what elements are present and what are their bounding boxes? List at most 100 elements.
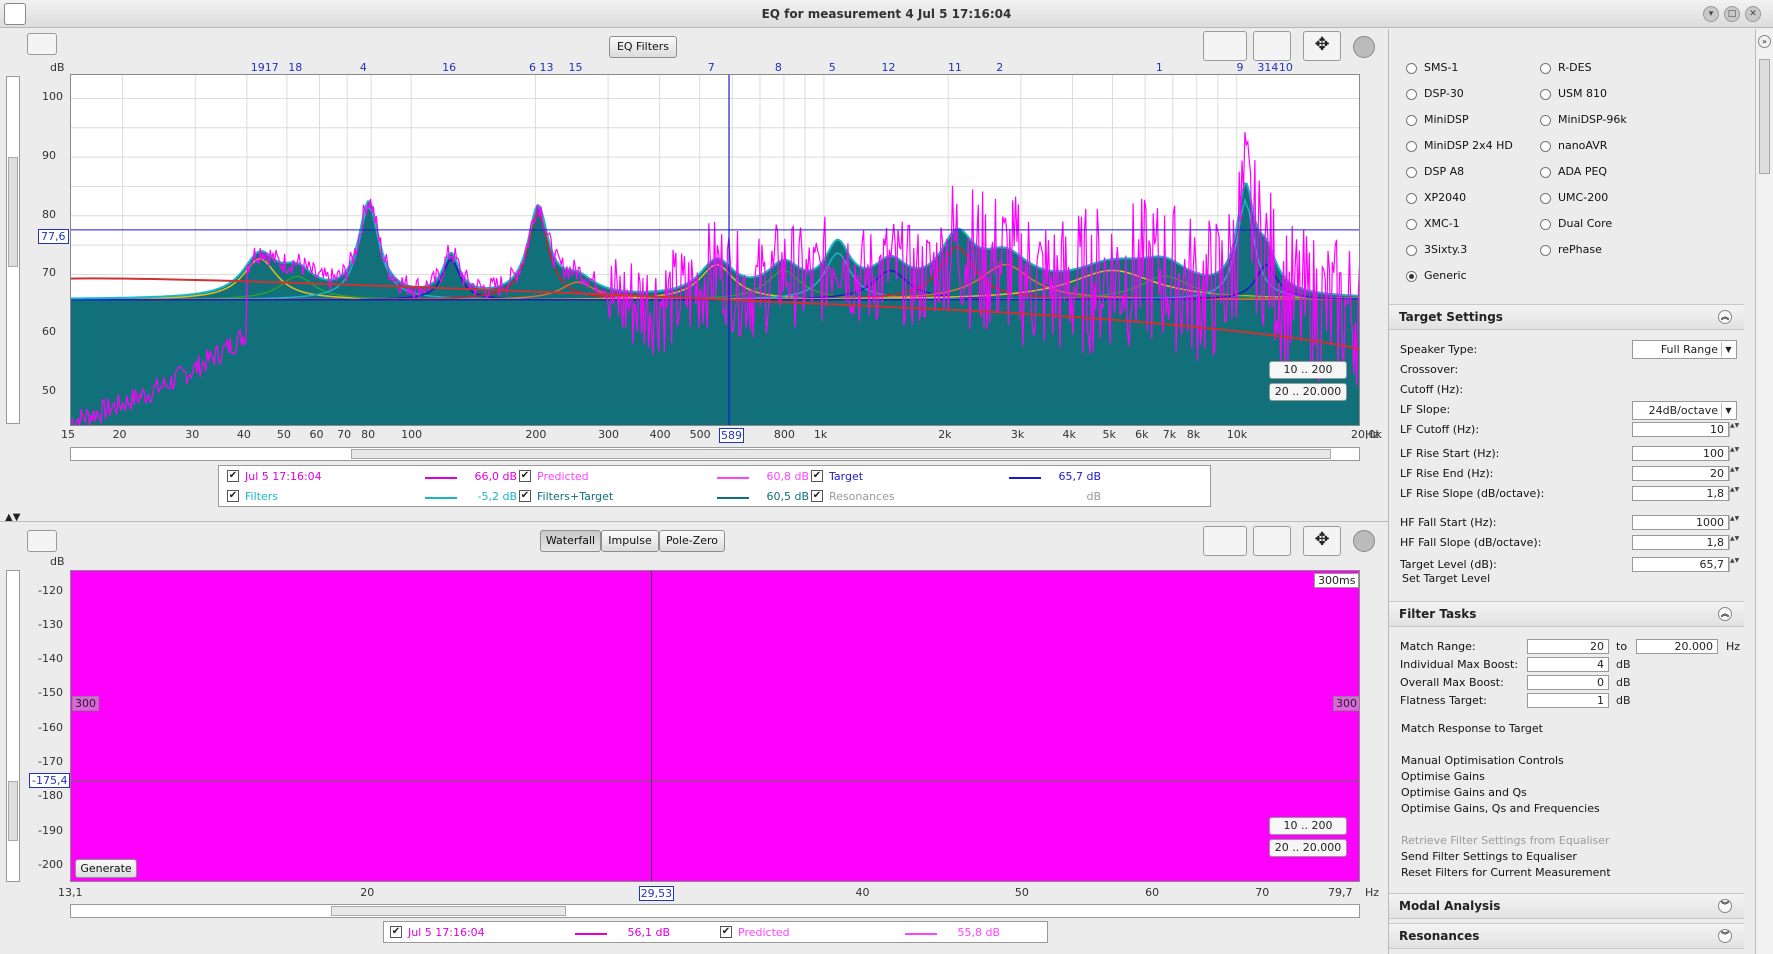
legend-checkbox[interactable]: ✔ — [519, 470, 531, 482]
y-scrollbar-2[interactable] — [6, 570, 20, 882]
legend-checkbox[interactable]: ✔ — [519, 490, 531, 502]
minimize-icon[interactable]: ▾ — [1703, 6, 1719, 22]
range-10-200-button-2[interactable]: 10 .. 200 — [1269, 817, 1347, 835]
opt-gains-qs-freq-link[interactable]: Optimise Gains, Qs and Frequencies — [1401, 802, 1600, 815]
layout-icon-2[interactable] — [1253, 526, 1291, 556]
filter-marker[interactable]: 9 — [1236, 61, 1243, 74]
x-scrollbar[interactable] — [70, 447, 1360, 461]
legend-checkbox[interactable]: ✔ — [720, 926, 732, 938]
eq-filters-button[interactable]: EQ Filters — [609, 36, 677, 58]
generate-button[interactable]: Generate — [75, 859, 137, 878]
tab-impulse[interactable]: Impulse — [601, 530, 659, 552]
legend-checkbox[interactable]: ✔ — [811, 470, 823, 482]
radio-3sixty-3[interactable] — [1406, 245, 1417, 256]
radio-dsp-30[interactable] — [1406, 89, 1417, 100]
camera-icon-2[interactable] — [27, 530, 57, 552]
spinner-icon[interactable]: ▲▼ — [1729, 446, 1739, 461]
match-response-link[interactable]: Match Response to Target — [1401, 722, 1543, 735]
opt-gains-qs-link[interactable]: Optimise Gains and Qs — [1401, 786, 1527, 799]
spinner-icon[interactable]: ▲▼ — [1729, 422, 1739, 437]
y-scrollbar[interactable] — [6, 76, 20, 424]
graph-view-icon[interactable] — [1203, 31, 1247, 61]
tab-waterfall[interactable]: Waterfall — [540, 530, 601, 552]
filter-marker[interactable]: 1 — [1156, 61, 1163, 74]
filter-marker[interactable]: 7 — [708, 61, 715, 74]
expand-icon[interactable]: ︾ — [1718, 899, 1732, 913]
set-target-level-link[interactable]: Set Target Level — [1402, 572, 1490, 585]
spinner-icon[interactable]: ▲▼ — [1729, 557, 1739, 572]
radio-minidsp-96k[interactable] — [1540, 115, 1551, 126]
radio-dual-core[interactable] — [1540, 219, 1551, 230]
legend-checkbox[interactable]: ✔ — [227, 490, 239, 502]
x-scrollbar-2[interactable] — [70, 904, 1360, 918]
match-from-field[interactable]: 20 — [1527, 639, 1609, 654]
speaker-type-select[interactable]: Full Range ▼ — [1632, 340, 1737, 359]
spinner-icon[interactable]: ▲▼ — [1729, 535, 1739, 550]
waterfall-plot[interactable]: 300ms 300 300 Generate 10 .. 200 20 .. 2… — [70, 570, 1360, 882]
filter-marker[interactable]: 15 — [569, 61, 583, 74]
maximize-icon[interactable]: □ — [1724, 6, 1740, 22]
hf-fall-start-field[interactable]: 1000 — [1632, 515, 1729, 530]
scroll-thumb[interactable] — [1759, 59, 1770, 174]
gear-icon-2[interactable] — [1353, 530, 1375, 552]
lf-slope-select[interactable]: 24dB/octave ▼ — [1632, 401, 1737, 420]
spinner-icon[interactable]: ▲▼ — [1729, 486, 1739, 501]
filter-marker[interactable]: 314 — [1257, 61, 1278, 74]
filter-marker[interactable]: 5 — [829, 61, 836, 74]
radio-usm-810[interactable] — [1540, 89, 1551, 100]
filter-marker[interactable]: 16 — [442, 61, 456, 74]
radio-ada-peq[interactable] — [1540, 167, 1551, 178]
radio-generic[interactable] — [1406, 271, 1417, 282]
lf-rise-end-field[interactable]: 20 — [1632, 466, 1729, 481]
filter-tasks-header[interactable]: Filter Tasks ︽ — [1389, 601, 1744, 627]
filter-marker[interactable]: 12 — [882, 61, 896, 74]
resonances-header[interactable]: Resonances ︾ — [1389, 923, 1744, 949]
radio-xp2040[interactable] — [1406, 193, 1417, 204]
tab-pole-zero[interactable]: Pole-Zero — [659, 530, 725, 552]
manual-opt-link[interactable]: Manual Optimisation Controls — [1401, 754, 1564, 767]
legend-checkbox[interactable]: ✔ — [811, 490, 823, 502]
fit-arrows-icon-2[interactable]: ✥ — [1303, 526, 1341, 556]
range-20-20000-button[interactable]: 20 .. 20.000 — [1269, 383, 1347, 401]
reset-link[interactable]: Reset Filters for Current Measurement — [1401, 866, 1611, 879]
graph-view-icon-2[interactable] — [1203, 526, 1247, 556]
range-10-200-button[interactable]: 10 .. 200 — [1269, 361, 1347, 379]
close-icon[interactable]: ✕ — [1745, 6, 1761, 22]
radio-sms-1[interactable] — [1406, 63, 1417, 74]
fit-arrows-icon[interactable]: ✥ — [1303, 31, 1341, 61]
layout-icon[interactable] — [1253, 31, 1291, 61]
filter-marker[interactable]: 1917 — [251, 61, 279, 74]
side-panel-scrollbar[interactable]: » — [1755, 29, 1773, 954]
flatness-target-field[interactable]: 1 — [1527, 693, 1609, 708]
filter-marker[interactable]: 10 — [1279, 61, 1293, 74]
frequency-response-plot[interactable]: 10 .. 200 20 .. 20.000 — [70, 74, 1360, 426]
panel-toggle-icon[interactable]: » — [1758, 35, 1771, 48]
lf-rise-slope-field[interactable]: 1,8 — [1632, 486, 1729, 501]
filter-marker[interactable]: 18 — [288, 61, 302, 74]
radio-minidsp-2x4-hd[interactable] — [1406, 141, 1417, 152]
match-to-field[interactable]: 20.000 — [1636, 639, 1718, 654]
radio-rephase[interactable] — [1540, 245, 1551, 256]
filter-marker[interactable]: 8 — [775, 61, 782, 74]
overall-max-boost-field[interactable]: 0 — [1527, 675, 1609, 690]
individual-max-boost-field[interactable]: 4 — [1527, 657, 1609, 672]
lf-rise-start-field[interactable]: 100 — [1632, 446, 1729, 461]
radio-r-des[interactable] — [1540, 63, 1551, 74]
spinner-icon[interactable]: ▲▼ — [1729, 466, 1739, 481]
legend-checkbox[interactable]: ✔ — [227, 470, 239, 482]
filter-marker[interactable]: 11 — [948, 61, 962, 74]
filter-marker[interactable]: 2 — [996, 61, 1003, 74]
filter-marker[interactable]: 6 13 — [529, 61, 554, 74]
gear-icon[interactable] — [1353, 36, 1375, 58]
send-link[interactable]: Send Filter Settings to Equaliser — [1401, 850, 1577, 863]
opt-gains-link[interactable]: Optimise Gains — [1401, 770, 1485, 783]
filter-marker[interactable]: 4 — [360, 61, 367, 74]
collapse-icon[interactable]: ︽ — [1718, 310, 1732, 324]
radio-xmc-1[interactable] — [1406, 219, 1417, 230]
expand-icon[interactable]: ︾ — [1718, 929, 1732, 943]
target-settings-header[interactable]: Target Settings ︽ — [1389, 304, 1744, 330]
radio-dsp-a8[interactable] — [1406, 167, 1417, 178]
spinner-icon[interactable]: ▲▼ — [1729, 515, 1739, 530]
collapse-icon[interactable]: ︽ — [1718, 607, 1732, 621]
hf-fall-slope-field[interactable]: 1,8 — [1632, 535, 1729, 550]
